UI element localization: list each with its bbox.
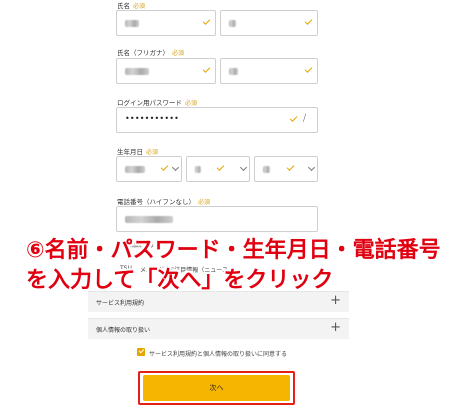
check-icon <box>289 114 298 122</box>
kana-label-text: 氏名（フリガナ） <box>117 49 169 57</box>
phone-field[interactable] <box>116 206 318 232</box>
password-label: ログイン用パスワード 必須 <box>117 97 197 107</box>
required-badge: 必須 <box>133 3 146 10</box>
registration-form: 氏名 必須 氏名（フリガナ） 必須 ログイン用パスワード 必須 •••••••••••… <box>0 0 474 413</box>
kana-label: 氏名（フリガナ） 必須 <box>117 47 184 57</box>
next-button-label: 次へ <box>209 384 224 392</box>
blurred-value <box>125 216 173 223</box>
first-name-field[interactable] <box>220 10 318 36</box>
annotation-line-2: を入力して「次へ」をクリック <box>26 268 334 293</box>
check-icon <box>160 163 169 171</box>
service-terms-accordion[interactable]: サービス利用規約 + <box>88 291 349 312</box>
plus-icon: + <box>330 293 341 308</box>
agree-checkbox[interactable] <box>137 348 145 356</box>
check-icon <box>202 65 211 73</box>
birthdate-label: 生年月日 必須 <box>117 146 158 156</box>
password-value: ••••••••••• <box>125 114 180 123</box>
check-icon <box>304 17 313 25</box>
required-badge: 必須 <box>146 149 159 156</box>
service-terms-label: サービス利用規約 <box>96 300 145 307</box>
birthdate-label-text: 生年月日 <box>117 148 143 156</box>
last-name-kana-field[interactable] <box>116 58 216 84</box>
privacy-accordion[interactable]: 個人情報の取り扱い + <box>88 318 349 339</box>
privacy-label: 個人情報の取り扱い <box>96 327 151 334</box>
plus-icon: + <box>330 320 341 335</box>
birth-day-select[interactable] <box>254 156 318 182</box>
next-button[interactable]: 次へ <box>143 375 290 401</box>
name-label: 氏名 必須 <box>117 0 145 10</box>
check-icon <box>216 163 225 171</box>
name-label-text: 氏名 <box>117 2 130 10</box>
required-badge: 必須 <box>185 100 198 107</box>
chevron-down-icon <box>307 163 316 172</box>
chevron-down-icon <box>171 163 180 172</box>
last-name-field[interactable] <box>116 10 216 36</box>
birth-year-select[interactable] <box>116 156 182 182</box>
blurred-value <box>229 20 236 27</box>
chevron-down-icon <box>239 163 248 172</box>
check-icon <box>286 163 295 171</box>
first-name-kana-field[interactable] <box>220 58 318 84</box>
phone-label: 電話番号（ハイフンなし） 必須 <box>117 196 210 206</box>
blurred-value <box>125 20 139 27</box>
check-icon <box>202 17 211 25</box>
blurred-value <box>125 166 145 173</box>
blurred-value <box>229 68 238 75</box>
annotation-line-1: ⑥名前・パスワード・生年月日・電話番号 <box>26 238 441 263</box>
password-field[interactable]: ••••••••••• ⧸ <box>116 107 318 133</box>
phone-label-text: 電話番号（ハイフンなし） <box>117 198 195 206</box>
eye-slash-icon[interactable]: ⧸ <box>303 114 306 124</box>
birth-month-select[interactable] <box>186 156 250 182</box>
required-badge: 必須 <box>198 199 211 206</box>
blurred-value <box>195 166 201 173</box>
password-label-text: ログイン用パスワード <box>117 99 182 107</box>
blurred-value <box>125 68 149 75</box>
agree-label[interactable]: サービス利用規約と個人情報の取り扱いに同意する <box>149 349 287 358</box>
required-badge: 必須 <box>172 50 185 57</box>
check-icon <box>304 65 313 73</box>
blurred-value <box>263 166 270 173</box>
